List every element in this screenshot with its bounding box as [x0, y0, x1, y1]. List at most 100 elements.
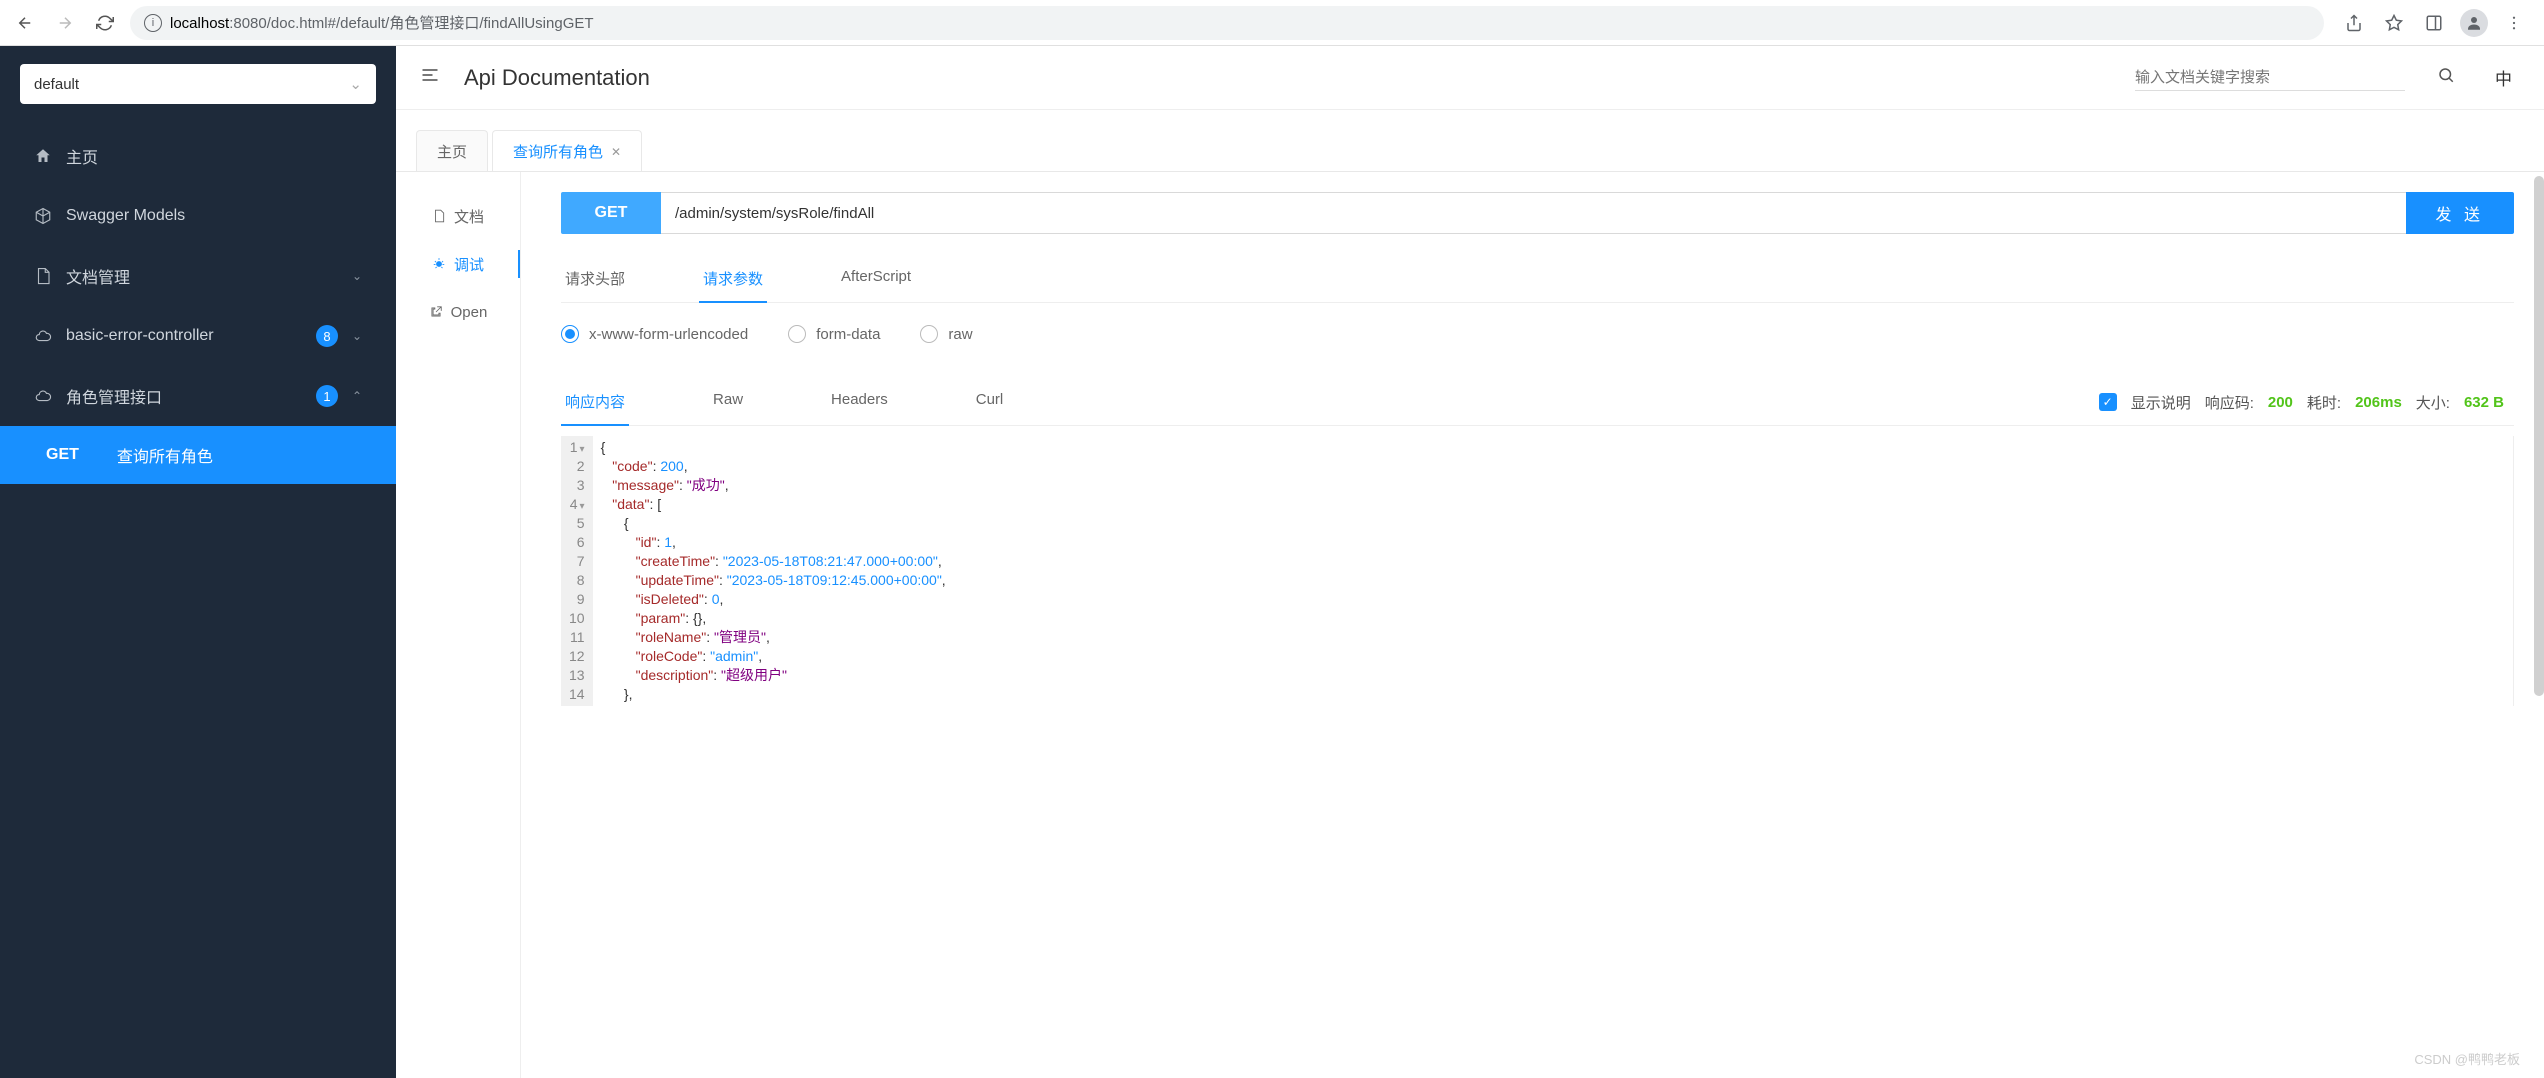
panel-icon[interactable] [2420, 9, 2448, 37]
sidebar: default ⌄ 主页 Swagger Models 文档管理 ⌄ basic… [0, 46, 396, 1078]
tab-req-headers[interactable]: 请求头部 [561, 256, 629, 303]
chevron-up-icon: ⌃ [352, 389, 362, 403]
home-icon [34, 147, 52, 165]
vtab-label: Open [451, 304, 488, 321]
vtab-debug[interactable]: 调试 [396, 240, 520, 288]
file-icon [432, 209, 446, 223]
code-value: 200 [2268, 394, 2293, 411]
cube-icon [34, 207, 52, 225]
sidebar-item-doc-manage[interactable]: 文档管理 ⌄ [20, 246, 376, 306]
request-row: GET 发 送 [561, 192, 2514, 234]
cloud-icon [34, 327, 52, 345]
vtab-label: 文档 [454, 206, 484, 227]
radio-icon [561, 325, 579, 343]
doc-tabs: 主页 查询所有角色 ✕ [416, 130, 2524, 172]
send-button[interactable]: 发 送 [2406, 192, 2514, 234]
open-icon [429, 305, 443, 319]
radio-label: x-www-form-urlencoded [589, 326, 748, 343]
count-badge: 1 [316, 385, 338, 407]
page-title: Api Documentation [464, 65, 2111, 91]
app-header: Api Documentation 中 [396, 46, 2544, 110]
radio-raw[interactable]: raw [920, 325, 972, 343]
scrollbar[interactable] [2534, 176, 2544, 696]
sidebar-item-label: 主页 [66, 144, 362, 168]
sidebar-item-home[interactable]: 主页 [20, 126, 376, 186]
search-input[interactable] [2135, 69, 2405, 86]
url-text: localhost:8080/doc.html#/default/角色管理接口/… [170, 12, 594, 33]
path-input[interactable] [661, 192, 2406, 234]
code-label: 响应码: [2205, 392, 2254, 413]
toolbar-right [2334, 9, 2534, 37]
tab-findall[interactable]: 查询所有角色 ✕ [492, 130, 642, 172]
group-select-value: default [34, 76, 79, 93]
tab-home[interactable]: 主页 [416, 130, 488, 172]
chevron-down-icon: ⌄ [352, 269, 362, 283]
body-type-radios: x-www-form-urlencoded form-data raw [561, 325, 2514, 343]
sidebar-item-label: basic-error-controller [66, 327, 302, 345]
close-icon[interactable]: ✕ [611, 145, 621, 159]
response-tabs: 响应内容 Raw Headers Curl [561, 379, 2099, 425]
time-value: 206ms [2355, 394, 2402, 411]
tab-resp-body[interactable]: 响应内容 [561, 379, 629, 426]
search-box[interactable] [2135, 65, 2405, 91]
sidebar-item-basic-error[interactable]: basic-error-controller 8 ⌄ [20, 306, 376, 366]
chevron-down-icon: ⌄ [349, 75, 362, 93]
radio-icon [788, 325, 806, 343]
menu-toggle-icon[interactable] [420, 65, 440, 91]
group-select[interactable]: default ⌄ [20, 64, 376, 104]
vtab-label: 调试 [454, 254, 484, 275]
sidebar-item-role-api[interactable]: 角色管理接口 1 ⌃ [20, 366, 376, 426]
radio-formdata[interactable]: form-data [788, 325, 880, 343]
tab-afterscript[interactable]: AfterScript [837, 256, 915, 303]
back-button[interactable] [10, 8, 40, 38]
radio-label: raw [948, 326, 972, 343]
code-lines: { "code": 200, "message": "成功", "data": … [593, 436, 954, 706]
sidebar-subitem-findall[interactable]: GET 查询所有角色 [0, 426, 396, 484]
sidebar-item-swagger-models[interactable]: Swagger Models [20, 186, 376, 246]
bookmark-icon[interactable] [2380, 9, 2408, 37]
chevron-down-icon: ⌄ [352, 329, 362, 343]
debug-panel: GET 发 送 请求头部 请求参数 AfterScript x-www-form… [521, 172, 2544, 1078]
share-icon[interactable] [2340, 9, 2368, 37]
vtab-doc[interactable]: 文档 [396, 192, 520, 240]
doc-icon [34, 267, 52, 285]
sidebar-item-label: 文档管理 [66, 264, 338, 288]
response-meta: ✓ 显示说明 响应码: 200 耗时: 206ms 大小: 632 B [2099, 392, 2514, 413]
response-body[interactable]: 1234567891011121314 { "code": 200, "mess… [561, 436, 2514, 706]
radio-icon [920, 325, 938, 343]
menu-icon[interactable] [2500, 9, 2528, 37]
size-label: 大小: [2416, 392, 2450, 413]
radio-label: form-data [816, 326, 880, 343]
vertical-tabs: 文档 调试 Open [396, 172, 521, 1078]
search-icon[interactable] [2429, 66, 2463, 89]
site-info-icon[interactable]: i [144, 14, 162, 32]
count-badge: 8 [316, 325, 338, 347]
tab-label: 主页 [437, 141, 467, 162]
request-tabs: 请求头部 请求参数 AfterScript [561, 256, 2514, 303]
bug-icon [432, 257, 446, 271]
time-label: 耗时: [2307, 392, 2341, 413]
browser-toolbar: i localhost:8080/doc.html#/default/角色管理接… [0, 0, 2544, 46]
method-badge: GET [561, 192, 661, 234]
checkbox-icon[interactable]: ✓ [2099, 393, 2117, 411]
tab-resp-headers[interactable]: Headers [827, 379, 892, 426]
size-value: 632 B [2464, 394, 2504, 411]
language-toggle[interactable]: 中 [2487, 65, 2520, 90]
sidebar-subitem-label: 查询所有角色 [117, 443, 213, 467]
cloud-icon [34, 387, 52, 405]
tab-req-params[interactable]: 请求参数 [699, 256, 767, 303]
watermark: CSDN @鸭鸭老板 [2414, 1049, 2520, 1068]
tab-resp-raw[interactable]: Raw [709, 379, 747, 426]
forward-button[interactable] [50, 8, 80, 38]
line-gutter: 1234567891011121314 [561, 436, 593, 706]
radio-urlencoded[interactable]: x-www-form-urlencoded [561, 325, 748, 343]
tab-resp-curl[interactable]: Curl [972, 379, 1008, 426]
address-bar[interactable]: i localhost:8080/doc.html#/default/角色管理接… [130, 6, 2324, 40]
profile-avatar[interactable] [2460, 9, 2488, 37]
tab-label: 查询所有角色 [513, 141, 603, 162]
reload-button[interactable] [90, 8, 120, 38]
http-method-label: GET [46, 446, 79, 464]
sidebar-item-label: 角色管理接口 [66, 384, 302, 408]
sidebar-item-label: Swagger Models [66, 207, 362, 225]
vtab-open[interactable]: Open [396, 288, 520, 336]
